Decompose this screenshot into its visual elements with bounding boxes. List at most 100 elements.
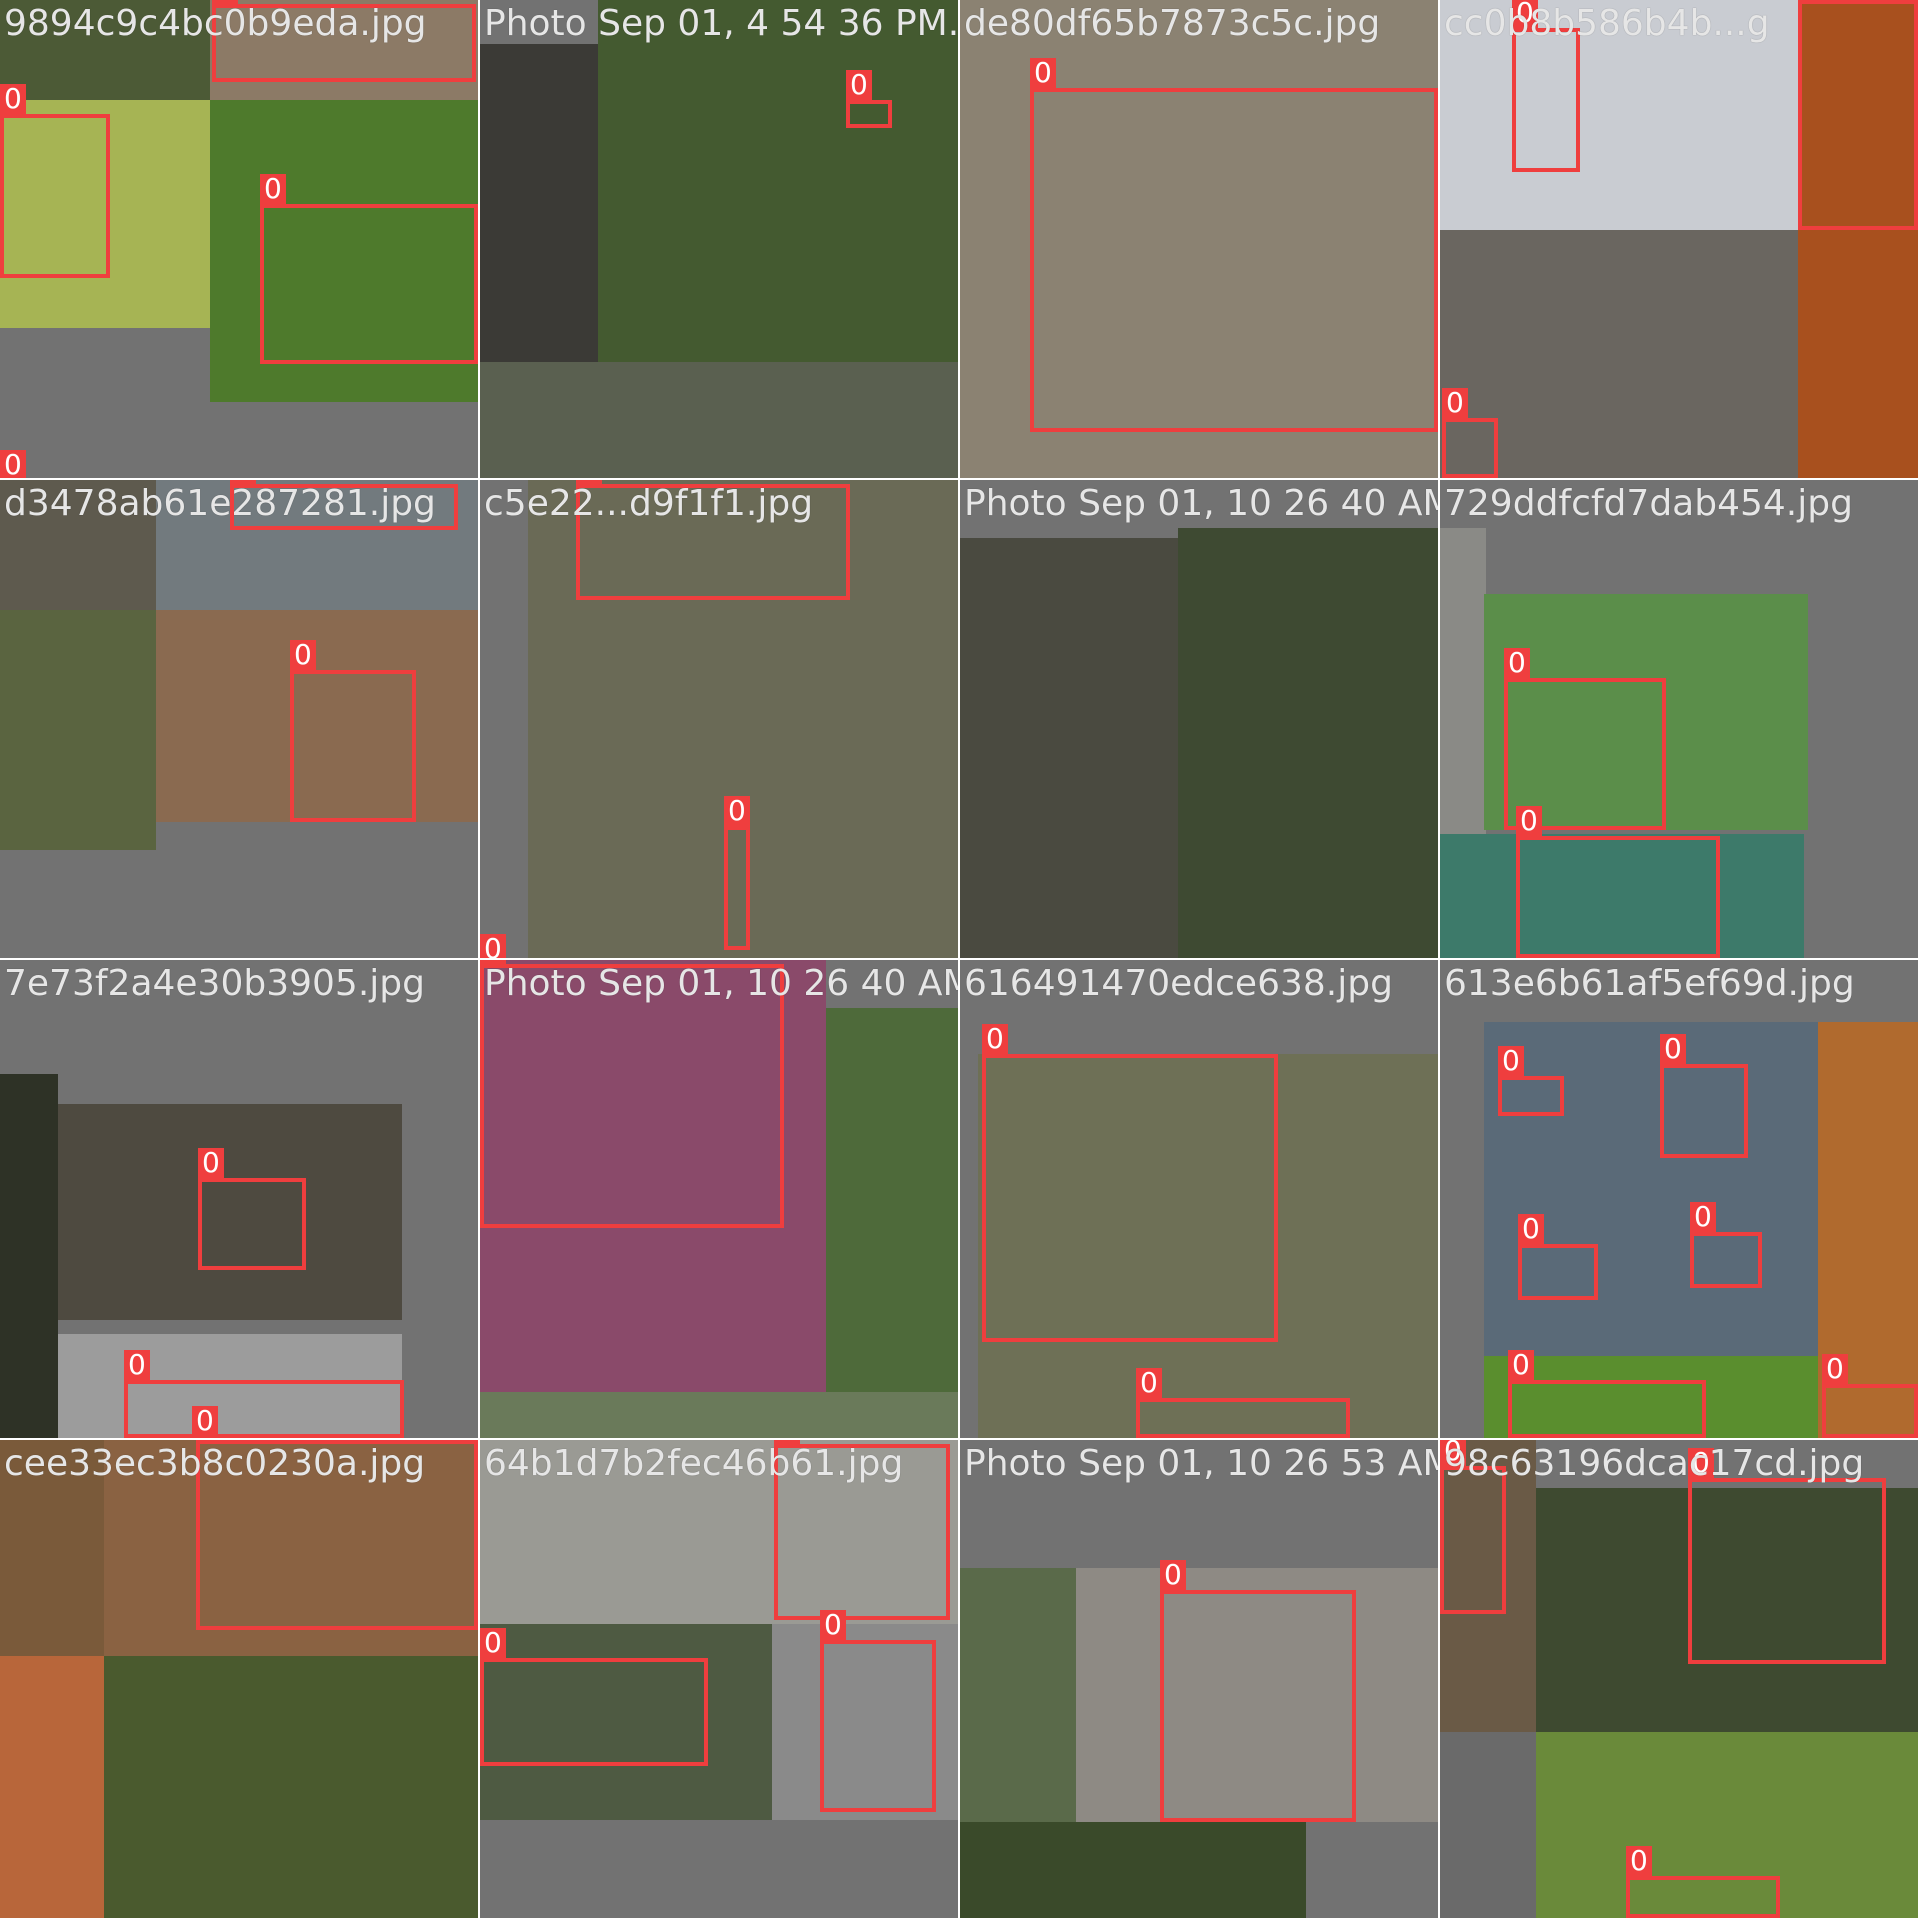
tile: Photo Sep 01, 4 54 36 PM.jpg 0 xyxy=(480,0,958,478)
photo-region xyxy=(1484,1022,1818,1356)
tile: 7e73f2a4e30b3905.jpg 0 0 0 xyxy=(0,960,478,1438)
photo-region xyxy=(480,1392,958,1438)
detection-box: 0 xyxy=(1688,1448,1886,1664)
filename-label: c5e22...d9f1f1.jpg xyxy=(484,483,814,524)
detection-box: 0 xyxy=(260,174,478,364)
detection-box: 0 xyxy=(1136,1368,1350,1438)
photo-region xyxy=(960,538,1178,958)
photo-region xyxy=(480,480,528,958)
filename-label: cc0b8b586b4b...g xyxy=(1444,3,1770,44)
detection-box: 0 xyxy=(1822,1354,1918,1438)
tile: 616491470edce638.jpg 0 0 xyxy=(960,960,1438,1438)
photo-region xyxy=(1178,528,1438,958)
class-label: 0 xyxy=(1626,1846,1652,1876)
detection-box: 0 xyxy=(290,640,416,822)
class-label: 0 xyxy=(480,1628,506,1658)
class-label: 0 xyxy=(1690,1202,1716,1232)
detection-box: 0 xyxy=(724,796,750,950)
class-label: 0 xyxy=(1518,1214,1544,1244)
class-label: 0 xyxy=(0,84,26,114)
filename-label: de80df65b7873c5c.jpg xyxy=(964,3,1381,44)
filename-label: 613e6b61af5ef69d.jpg xyxy=(1444,963,1855,1004)
detection-box: 0 xyxy=(1498,1046,1564,1116)
filename-label: cee33ec3b8c0230a.jpg xyxy=(4,1443,426,1484)
filename-label: Photo Sep 01, 4 54 36 PM.jpg xyxy=(484,3,958,44)
tile: Photo Sep 01, 10 26 40 AM (2).jpg 0 xyxy=(480,960,958,1438)
detection-box: 0 xyxy=(1516,806,1720,958)
tile: cc0b8b586b4b...g 0 0 0 xyxy=(1440,0,1918,478)
tile: cee33ec3b8c0230a.jpg 0 xyxy=(0,1440,478,1918)
class-label: 0 xyxy=(1136,1368,1162,1398)
detection-box: 0 xyxy=(198,1148,306,1270)
class-label: 0 xyxy=(846,70,872,100)
filename-label: Photo Sep 01, 10 26 53 AM xyxy=(964,1443,1438,1484)
class-label: 0 xyxy=(1516,806,1542,836)
detection-box: 0 xyxy=(1508,1350,1706,1438)
detection-box: 0 xyxy=(1440,1440,1506,1614)
class-label: 0 xyxy=(1498,1046,1524,1076)
class-label: 0 xyxy=(290,640,316,670)
class-label: 0 xyxy=(1442,388,1468,418)
photo-region xyxy=(0,1074,58,1438)
tile: Photo Sep 01, 10 26 40 AM.jpg xyxy=(960,480,1438,958)
tile: 729ddfcfd7dab454.jpg 0 0 xyxy=(1440,480,1918,958)
detection-box: 0 xyxy=(1626,1846,1780,1918)
class-label: 0 xyxy=(480,934,506,958)
class-label: 0 xyxy=(192,1406,218,1436)
tile: 98c63196dcac17cd.jpg 0 0 0 xyxy=(1440,1440,1918,1918)
class-label: 0 xyxy=(982,1024,1008,1054)
class-label: 0 xyxy=(724,796,750,826)
detection-box: 0 xyxy=(846,70,892,128)
detection-box: 0 xyxy=(1030,58,1438,432)
filename-label: 616491470edce638.jpg xyxy=(964,963,1393,1004)
detection-box: 0 xyxy=(1160,1560,1356,1822)
tile: c5e22...d9f1f1.jpg 0 0 0 xyxy=(480,480,958,958)
filename-label: 729ddfcfd7dab454.jpg xyxy=(1444,483,1853,524)
class-label: 0 xyxy=(1660,1034,1686,1064)
photo-region xyxy=(0,1656,104,1918)
tile: de80df65b7873c5c.jpg 0 xyxy=(960,0,1438,478)
filename-label: d3478ab61e287281.jpg xyxy=(4,483,436,524)
photo-region xyxy=(480,44,598,362)
filename-label: Photo Sep 01, 10 26 40 AM (2).jpg xyxy=(484,963,958,1004)
detection-box: 0 xyxy=(124,1350,404,1438)
filename-label: 64b1d7b2fec46b61.jpg xyxy=(484,1443,904,1484)
detection-box: 0 xyxy=(192,1406,218,1438)
tile: 9894c9c4bc0b9eda.jpg 0 0 0 0 xyxy=(0,0,478,478)
photo-region xyxy=(104,1656,478,1918)
photo-region xyxy=(960,1568,1076,1822)
filename-label: 98c63196dcac17cd.jpg xyxy=(1444,1443,1865,1484)
photo-region xyxy=(480,362,958,478)
detection-box: 0 xyxy=(1512,0,1580,172)
detection-box: 0 xyxy=(1518,1214,1598,1300)
detection-box: 0 xyxy=(0,84,110,278)
class-label: 0 xyxy=(198,1148,224,1178)
class-label: 0 xyxy=(0,450,26,478)
photo-region xyxy=(598,0,958,362)
filename-label: 7e73f2a4e30b3905.jpg xyxy=(4,963,425,1004)
detection-box: 0 xyxy=(820,1610,936,1812)
tile: d3478ab61e287281.jpg 0 0 xyxy=(0,480,478,958)
detection-box: 0 xyxy=(1690,1202,1762,1288)
tile: 64b1d7b2fec46b61.jpg 0 0 0 xyxy=(480,1440,958,1918)
photo-region xyxy=(826,1008,958,1392)
detection-box: 0 xyxy=(982,1024,1278,1342)
class-label: 0 xyxy=(820,1610,846,1640)
photo-region xyxy=(0,610,156,850)
filename-label: Photo Sep 01, 10 26 40 AM.jpg xyxy=(964,483,1438,524)
detection-box: 0 xyxy=(480,1628,708,1766)
class-label: 0 xyxy=(1504,648,1530,678)
class-label: 0 xyxy=(260,174,286,204)
tile: Photo Sep 01, 10 26 53 AM 0 xyxy=(960,1440,1438,1918)
detection-box: 0 xyxy=(1442,388,1498,478)
photo-region xyxy=(960,1822,1306,1918)
filename-label: 9894c9c4bc0b9eda.jpg xyxy=(4,3,427,44)
class-label: 0 xyxy=(1508,1350,1534,1380)
tile: 613e6b61af5ef69d.jpg 0 0 0 0 0 0 xyxy=(1440,960,1918,1438)
mosaic-grid: 9894c9c4bc0b9eda.jpg 0 0 0 0 Photo Sep 0… xyxy=(0,0,1920,1920)
detection-box: 0 xyxy=(1660,1034,1748,1158)
class-label: 0 xyxy=(124,1350,150,1380)
class-label: 0 xyxy=(1160,1560,1186,1590)
photo-region xyxy=(1440,1732,1536,1918)
class-label: 0 xyxy=(1822,1354,1848,1384)
